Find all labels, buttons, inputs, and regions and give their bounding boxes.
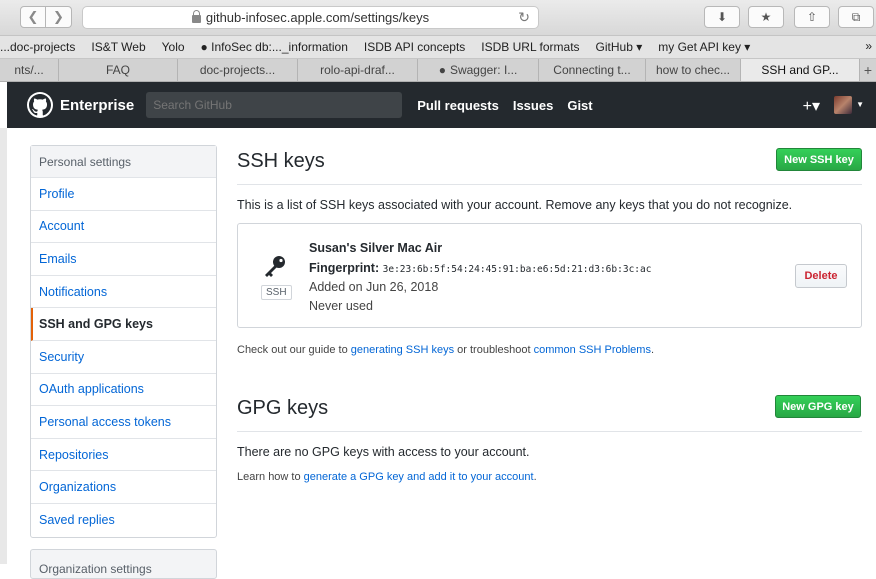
browser-tab[interactable]: FAQ	[59, 59, 178, 81]
bookmark-item[interactable]: ...doc-projects	[0, 40, 83, 54]
nav-pull-requests[interactable]: Pull requests	[417, 98, 499, 113]
apple-icon: ●	[438, 63, 446, 77]
share-button[interactable]: ⇧	[794, 6, 830, 28]
nav-issues[interactable]: Issues	[513, 98, 553, 113]
bookmark-label: InfoSec db:..._information	[211, 40, 348, 54]
sidebar-item-profile[interactable]: Profile	[31, 178, 216, 211]
settings-sidebar: Personal settings Profile Account Emails…	[30, 145, 217, 538]
sidebar-item-security[interactable]: Security	[31, 341, 216, 374]
organization-settings-heading: Organization settings	[30, 549, 217, 579]
tabs-overview-button[interactable]: ⧉	[838, 6, 874, 28]
browser-tab[interactable]: how to chec...	[646, 59, 741, 81]
bookmark-item[interactable]: IS&T Web	[83, 40, 153, 54]
star-icon: ★	[760, 10, 772, 24]
sidebar-item-organizations[interactable]: Organizations	[31, 471, 216, 504]
browser-toolbar: ❮ ❯ github-infosec.apple.com/settings/ke…	[0, 0, 876, 36]
new-tab-icon[interactable]: +	[860, 59, 876, 81]
reload-icon[interactable]: ↻	[518, 9, 530, 26]
browser-tab[interactable]: doc-projects...	[178, 59, 298, 81]
divider	[237, 184, 862, 185]
ssh-guide-text: Check out our guide to generating SSH ke…	[237, 344, 654, 356]
browser-tab-active[interactable]: SSH and GP...	[741, 59, 860, 81]
browser-tab[interactable]: nts/...	[0, 59, 59, 81]
apple-icon: ●	[200, 40, 208, 54]
downloads-button[interactable]: ⬇	[704, 6, 740, 28]
generate-gpg-key-link[interactable]: generate a GPG key and add it to your ac…	[304, 471, 534, 483]
sidebar-heading: Personal settings	[31, 146, 216, 178]
fingerprint-label: Fingerprint:	[309, 261, 380, 275]
bookmark-button[interactable]: ★	[748, 6, 784, 28]
search-input[interactable]	[146, 92, 403, 118]
ssh-key-card: SSH Susan's Silver Mac Air Fingerprint: …	[237, 223, 862, 328]
fingerprint-value: 3e:23:6b:5f:54:24:45:91:ba:e6:5d:21:d3:6…	[382, 264, 652, 275]
nav-buttons: ❮ ❯	[20, 6, 72, 28]
guide-text: or troubleshoot	[454, 344, 534, 356]
download-icon: ⬇	[716, 10, 728, 24]
learn-text: .	[533, 471, 537, 483]
new-gpg-key-button[interactable]: New GPG key	[775, 395, 861, 418]
sidebar-item-notifications[interactable]: Notifications	[31, 276, 216, 309]
sidebar-item-saved-replies[interactable]: Saved replies	[31, 504, 216, 537]
bookmark-item[interactable]: ISDB URL formats	[473, 40, 587, 54]
forward-button[interactable]: ❯	[46, 6, 72, 28]
caret-down-icon[interactable]: ▼	[856, 100, 864, 109]
nav-gist[interactable]: Gist	[567, 98, 592, 113]
avatar[interactable]	[834, 96, 852, 114]
lock-icon	[191, 9, 201, 23]
sidebar-item-account[interactable]: Account	[31, 211, 216, 244]
browser-tab[interactable]: ● Swagger: I...	[418, 59, 539, 81]
octocat-icon	[29, 94, 51, 116]
learn-text: Learn how to	[237, 471, 304, 483]
ssh-description: This is a list of SSH keys associated wi…	[237, 198, 793, 212]
sidebar-item-ssh-gpg-keys[interactable]: SSH and GPG keys	[31, 308, 216, 341]
common-ssh-problems-link[interactable]: common SSH Problems	[534, 344, 651, 356]
sidebar-item-personal-access-tokens[interactable]: Personal access tokens	[31, 406, 216, 439]
key-added-date: Added on Jun 26, 2018	[309, 280, 439, 294]
tab-bar: nts/... FAQ doc-projects... rolo-api-dra…	[0, 59, 876, 82]
bookmarks-bar: ...doc-projects IS&T Web Yolo ● InfoSec …	[0, 36, 876, 59]
new-ssh-key-button[interactable]: New SSH key	[776, 148, 862, 171]
more-bookmarks-icon[interactable]: »	[865, 39, 872, 53]
sidebar-item-oauth-applications[interactable]: OAuth applications	[31, 374, 216, 407]
tab-label: Swagger: I...	[449, 63, 518, 77]
key-title: Susan's Silver Mac Air	[309, 241, 443, 255]
bookmark-item[interactable]: my Get API key ▾	[650, 40, 758, 54]
bookmark-item[interactable]: ● InfoSec db:..._information	[193, 40, 356, 54]
gpg-empty-message: There are no GPG keys with access to you…	[237, 445, 530, 459]
ssh-badge: SSH	[261, 285, 292, 300]
delete-key-button[interactable]: Delete	[795, 264, 847, 288]
window-edge	[0, 128, 7, 564]
sidebar-item-repositories[interactable]: Repositories	[31, 439, 216, 472]
key-usage: Never used	[309, 299, 373, 313]
sidebar-item-emails[interactable]: Emails	[31, 243, 216, 276]
github-header: Enterprise Pull requests Issues Gist +▾ …	[7, 82, 876, 128]
bookmark-item[interactable]: ISDB API concepts	[356, 40, 473, 54]
bookmark-item[interactable]: Yolo	[154, 40, 193, 54]
generating-ssh-keys-link[interactable]: generating SSH keys	[351, 344, 454, 356]
gpg-keys-title: GPG keys	[237, 397, 329, 419]
guide-text: Check out our guide to	[237, 344, 351, 356]
back-button[interactable]: ❮	[20, 6, 46, 28]
tabs-icon: ⧉	[851, 9, 861, 24]
chevron-right-icon: ❯	[53, 9, 64, 24]
key-icon	[262, 254, 288, 283]
divider	[237, 431, 862, 432]
address-bar[interactable]: github-infosec.apple.com/settings/keys ↻	[82, 6, 539, 29]
key-fingerprint: Fingerprint: 3e:23:6b:5f:54:24:45:91:ba:…	[309, 261, 651, 275]
browser-tab[interactable]: rolo-api-draf...	[298, 59, 418, 81]
guide-text: .	[650, 344, 655, 356]
browser-tab[interactable]: Connecting t...	[539, 59, 646, 81]
chevron-left-icon: ❮	[27, 9, 39, 24]
brand-label[interactable]: Enterprise	[60, 97, 134, 114]
url-text: github-infosec.apple.com/settings/keys	[205, 10, 430, 25]
header-nav: Pull requests Issues Gist	[417, 98, 606, 113]
create-new-icon[interactable]: +▾	[803, 96, 820, 116]
github-logo-icon[interactable]	[27, 92, 53, 118]
bookmark-item[interactable]: GitHub ▾	[588, 40, 651, 54]
share-icon: ⇧	[806, 10, 818, 24]
gpg-learn-text: Learn how to generate a GPG key and add …	[237, 471, 537, 483]
ssh-keys-title: SSH keys	[237, 150, 325, 172]
